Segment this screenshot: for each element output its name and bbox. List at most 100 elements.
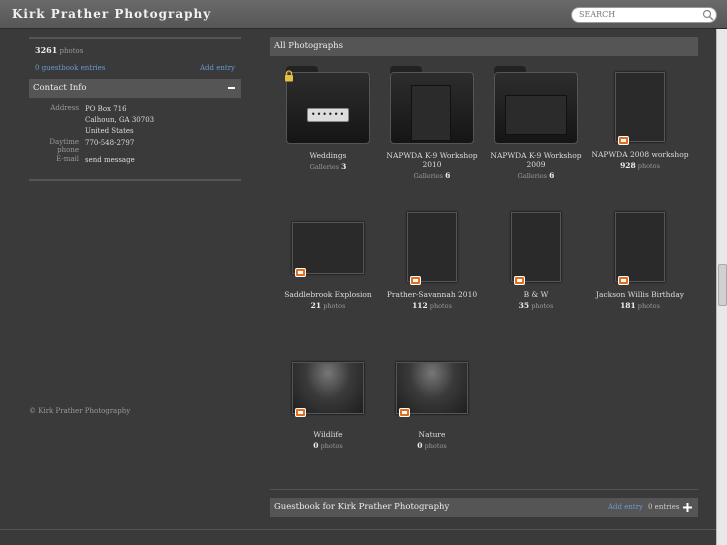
gallery-thumbnail[interactable] [292,362,364,417]
gallery-name[interactable]: Nature [380,430,484,439]
site-title[interactable]: Kirk Prather Photography [12,7,211,21]
gallery-count: 3 [341,162,347,171]
email-row: E-mail send message [29,155,241,166]
gallery-meta: Galleries 6 [380,171,484,180]
gallery-meta-label: Galleries [517,172,548,180]
gallery-thumbnail[interactable] [396,362,468,417]
gallery-thumbnail[interactable] [292,222,364,277]
gallery-b-and-w[interactable]: B & W 35 photos [484,212,588,310]
gallery-count: 928 [620,161,636,170]
add-entry-link[interactable]: Add entry [200,64,235,72]
section-title: All Photographs [274,41,343,51]
gallery-name[interactable]: Wildlife [276,430,380,439]
guestbook-title: Guestbook for Kirk Prather Photography [274,502,450,512]
search-icon[interactable] [702,9,714,21]
gallery-meta-label: photos [320,442,343,450]
gallery-meta-label: photos [424,442,447,450]
page-scrollbar[interactable] [716,29,727,545]
address-value: PO Box 716 Calhoun, GA 30703 United Stat… [85,104,154,137]
gallery-meta-label: photos [637,162,660,170]
contact-info: Address PO Box 716 Calhoun, GA 30703 Uni… [29,98,241,181]
gallery-prather-savannah[interactable]: Prather-Savannah 2010 112 photos [380,212,484,310]
folder-thumbnail[interactable] [390,66,474,144]
gallery-meta-label: photos [531,302,554,310]
gallery-meta: 21 photos [276,301,380,310]
folder-body [390,72,474,144]
send-message-link[interactable]: send message [85,155,135,166]
gallery-name[interactable]: B & W [484,290,588,299]
gallery-jackson-willis-birthday[interactable]: Jackson Willis Birthday 181 photos [588,212,692,310]
photos-icon [399,408,410,417]
gallery-name[interactable]: NAPWDA 2008 workshop [588,150,692,159]
guestbook-add-entry-link[interactable]: Add entry [608,503,643,511]
search-input[interactable] [579,10,697,19]
guestbook-entry-count: 0 entries [648,503,680,511]
folder-thumbnail[interactable]: •••••• [285,66,370,144]
address-line: PO Box 716 [85,105,127,113]
password-field: •••••• [307,108,349,122]
cover-image [411,85,451,141]
address-line: United States [85,127,134,135]
plus-icon[interactable] [683,503,692,512]
gallery-meta-label: Galleries [309,163,340,171]
collapse-icon[interactable] [228,87,235,89]
gallery-name[interactable]: Weddings [276,151,380,160]
site-header: Kirk Prather Photography [0,0,727,29]
gallery-napwda-k9-2009[interactable]: NAPWDA K-9 Workshop 2009 Galleries 6 [484,66,588,180]
gallery-name[interactable]: NAPWDA K-9 Workshop 2010 [380,151,484,169]
gallery-thumbnail[interactable] [407,212,457,285]
gallery-meta-label: photos [637,302,660,310]
gallery-name[interactable]: Jackson Willis Birthday [588,290,692,299]
guestbook-entries-link[interactable]: 0 guestbook entries [35,64,105,72]
gallery-count: 0 [313,441,319,450]
section-header: All Photographs [270,37,698,56]
guestbook-label[interactable]: guestbook entries [42,64,106,72]
gallery-meta: 0 photos [276,441,380,450]
gallery-meta-label: Galleries [413,172,444,180]
gallery-meta: 181 photos [588,301,692,310]
gallery-name[interactable]: Saddlebrook Explosion [276,290,380,299]
gallery-wildlife[interactable]: Wildlife 0 photos [276,362,380,450]
gallery-nature[interactable]: Nature 0 photos [380,362,484,450]
photo-count: 3261 [35,45,58,55]
gallery-meta: Galleries 3 [276,162,380,171]
photos-icon [410,276,421,285]
guestbook-bar: Guestbook for Kirk Prather Photography A… [270,498,698,517]
gallery-thumbnail[interactable] [511,212,561,285]
gallery-meta-label: photos [323,302,346,310]
gallery-count: 181 [620,301,636,310]
address-line: Calhoun, GA 30703 [85,116,155,124]
photos-icon [618,276,629,285]
gallery-meta: 928 photos [588,161,692,170]
folder-body [494,72,578,144]
sidebar: 3261 photos 0 guestbook entries Add entr… [29,37,241,181]
gallery-count: 6 [549,171,555,180]
guestbook-count[interactable]: 0 [35,64,39,72]
gallery-napwda-2008[interactable]: NAPWDA 2008 workshop 928 photos [588,72,692,170]
folder-thumbnail[interactable] [494,66,578,144]
gallery-name[interactable]: NAPWDA K-9 Workshop 2009 [484,151,588,169]
site-stats: 3261 photos 0 guestbook entries Add entr… [29,39,241,79]
lock-icon [285,70,293,82]
gallery-saddlebrook-explosion[interactable]: Saddlebrook Explosion 21 photos [276,222,380,310]
gallery-count: 112 [412,301,428,310]
gallery-thumbnail[interactable] [615,72,665,145]
folder-body: •••••• [286,72,370,144]
photos-icon [618,136,629,145]
gallery-meta-label: photos [429,302,452,310]
gallery-thumbnail[interactable] [615,212,665,285]
phone-value: 770-548-2797 [85,139,135,147]
gallery-meta: 0 photos [380,441,484,450]
gallery-count: 6 [445,171,451,180]
gallery-count: 21 [310,301,322,310]
gallery-count: 0 [417,441,423,450]
photos-icon [295,408,306,417]
gallery-napwda-k9-2010[interactable]: NAPWDA K-9 Workshop 2010 Galleries 6 [380,66,484,180]
contact-info-title: Contact Info [33,83,87,93]
search-box[interactable] [571,7,717,23]
gallery-weddings[interactable]: •••••• Weddings Galleries 3 [276,66,380,171]
gallery-name[interactable]: Prather-Savannah 2010 [380,290,484,299]
contact-info-header[interactable]: Contact Info [29,79,241,98]
scrollbar-thumb[interactable] [718,264,727,306]
gallery-meta: 112 photos [380,301,484,310]
